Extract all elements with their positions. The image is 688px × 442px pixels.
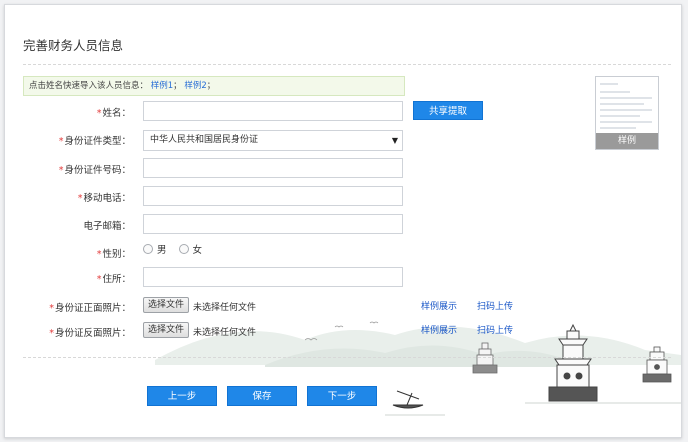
address-label: *住所： [31, 271, 131, 285]
id-type-select[interactable]: 中华人民共和国居民身份证 ▼ [143, 130, 403, 151]
required-mark: * [96, 108, 102, 119]
email-input[interactable] [143, 214, 403, 234]
id-front-label-text: 身份证正面照片： [54, 303, 131, 314]
id-back-label-text: 身份证反面照片： [54, 328, 131, 339]
radio-button[interactable] [178, 244, 189, 254]
gender-male-label: 男 [157, 245, 167, 256]
mobile-label: *移动电话： [31, 190, 131, 204]
name-label: *姓名： [31, 105, 131, 119]
required-mark: * [49, 328, 54, 339]
thumb-line [600, 109, 652, 111]
id-back-no-file-text: 未选择任何文件 [193, 328, 257, 338]
next-step-button[interactable]: 下一步 [307, 386, 377, 406]
page-title: 完善财务人员信息 [23, 38, 124, 53]
id-front-label: *身份证正面照片： [31, 300, 131, 314]
share-extract-button[interactable]: 共享提取 [413, 101, 483, 120]
notice-text: 点击姓名快速导入该人员信息： [29, 81, 149, 91]
bottom-divider [23, 357, 671, 358]
thumb-line [600, 83, 618, 85]
name-label-text: 姓名： [102, 108, 131, 119]
id-number-input[interactable] [143, 158, 403, 178]
prev-step-button[interactable]: 上一步 [147, 386, 217, 406]
sample-thumbnail[interactable]: 样例 [595, 76, 659, 150]
required-mark: * [49, 303, 54, 314]
mobile-label-text: 移动电话： [83, 193, 131, 204]
notice-tail: ； [206, 81, 216, 91]
main-panel: 完善财务人员信息 点击姓名快速导入该人员信息： 样例1； 样例2； *姓名： 共… [4, 4, 682, 438]
save-button[interactable]: 保存 [227, 386, 297, 406]
radio-button[interactable] [143, 244, 153, 254]
id-front-scan-upload-link[interactable]: 扫码上传 [477, 299, 513, 312]
required-mark: * [77, 193, 83, 204]
id-back-label: *身份证反面照片： [31, 325, 131, 339]
dropdown-arrow-icon: ▼ [391, 136, 398, 145]
address-input[interactable] [143, 267, 403, 287]
id-front-sample-link[interactable]: 样例展示 [421, 299, 457, 312]
id-number-label-text: 身份证件号码： [64, 165, 131, 176]
thumb-line [600, 97, 652, 99]
gender-male-option[interactable]: 男 [143, 242, 167, 256]
sample2-link[interactable]: 样例2 [184, 81, 206, 91]
id-type-label-text: 身份证件类型： [64, 136, 131, 147]
required-mark: * [96, 274, 102, 285]
gender-label-text: 性别： [102, 249, 131, 260]
thumb-line [600, 127, 636, 129]
id-type-selected: 中华人民共和国居民身份证 [150, 135, 259, 145]
required-mark: * [58, 136, 64, 147]
id-number-label: *身份证件号码： [31, 162, 131, 176]
required-mark: * [96, 249, 102, 260]
gender-label: *性别： [31, 246, 131, 260]
id-back-choose-file-button[interactable]: 选择文件 [143, 322, 190, 338]
id-type-label: *身份证件类型： [31, 133, 131, 147]
thumb-line [600, 91, 630, 93]
thumb-line [600, 115, 640, 117]
address-label-text: 住所： [102, 274, 131, 285]
mobile-input[interactable] [143, 186, 403, 206]
required-mark: * [58, 165, 64, 176]
quick-import-notice: 点击姓名快速导入该人员信息： 样例1； 样例2； [23, 76, 405, 96]
id-back-scan-upload-link[interactable]: 扫码上传 [477, 323, 513, 336]
name-input[interactable] [143, 101, 403, 121]
gender-radio-group: 男 女 [143, 242, 208, 256]
email-label: 电子邮箱： [83, 221, 131, 232]
sample1-link[interactable]: 样例1 [151, 81, 173, 91]
gender-female-option[interactable]: 女 [178, 242, 203, 256]
sample-card-label: 样例 [596, 133, 658, 149]
id-front-choose-file-button[interactable]: 选择文件 [143, 297, 190, 313]
id-back-sample-link[interactable]: 样例展示 [421, 323, 457, 336]
title-divider [23, 64, 671, 65]
thumb-line [600, 121, 652, 123]
thumb-line [600, 103, 644, 105]
gender-female-label: 女 [192, 245, 203, 256]
id-front-no-file-text: 未选择任何文件 [193, 303, 257, 313]
landscape-illustration [155, 321, 681, 416]
